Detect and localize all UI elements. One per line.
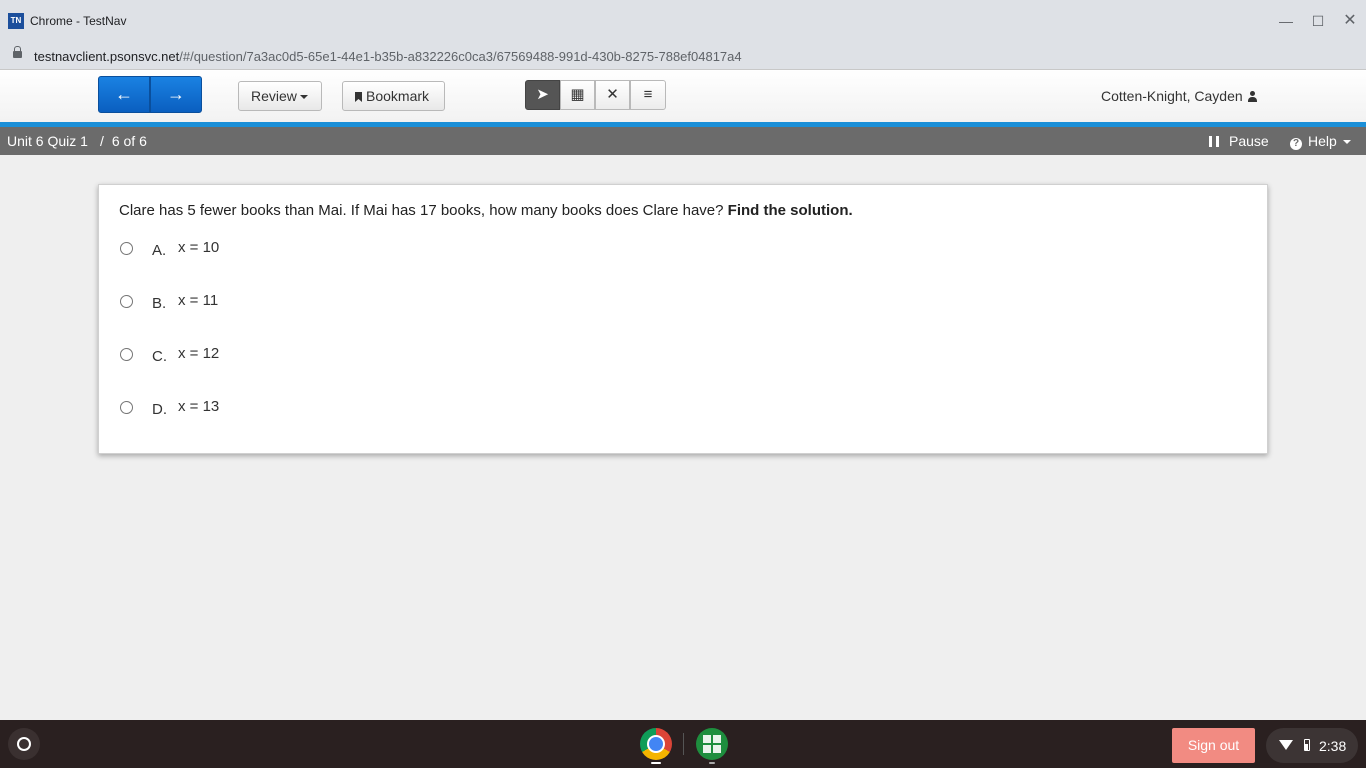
window-titlebar: TN Chrome - TestNav — ☐ ✕	[0, 0, 1366, 42]
choice-letter: A.	[152, 242, 167, 259]
radio-button[interactable]	[120, 348, 133, 361]
battery-icon	[1304, 739, 1310, 751]
test-status-bar: Unit 6 Quiz 1 / 6 of 6 Pause ? Help	[0, 127, 1366, 155]
choice-text: x = 12	[178, 345, 220, 362]
pointer-icon: ➤	[536, 86, 549, 103]
question-text: Clare has 5 fewer books than Mai. If Mai…	[119, 202, 728, 219]
answer-choice-d[interactable]: D. x = 13	[119, 395, 419, 419]
arrow-right-icon: →	[167, 84, 185, 104]
user-icon	[1247, 91, 1257, 102]
tool-group: ➤ ▦ ✕ ≡	[525, 80, 666, 110]
choice-text: x = 11	[178, 292, 219, 309]
question-prompt: Clare has 5 fewer books than Mai. If Mai…	[119, 202, 853, 219]
review-button[interactable]: Review	[238, 81, 322, 111]
pause-icon	[1209, 136, 1219, 147]
pause-button[interactable]: Pause	[1209, 133, 1269, 149]
question-card: Clare has 5 fewer books than Mai. If Mai…	[98, 184, 1268, 454]
help-button[interactable]: ? Help	[1290, 133, 1351, 150]
caret-down-icon	[1342, 140, 1351, 145]
caret-down-icon	[299, 95, 308, 100]
running-indicator	[709, 762, 715, 764]
testnav-app-icon: TN	[8, 13, 24, 29]
user-name: Cotten-Knight, Cayden	[1101, 88, 1243, 104]
next-question-button[interactable]: →	[150, 76, 202, 113]
question-instruction: Find the solution.	[727, 202, 853, 219]
chrome-app-icon[interactable]	[640, 728, 672, 760]
minimize-icon[interactable]: —	[1275, 10, 1297, 32]
radio-button[interactable]	[120, 295, 133, 308]
running-indicator	[651, 762, 661, 764]
choice-letter: D.	[152, 401, 167, 418]
radio-button[interactable]	[120, 401, 133, 414]
answer-eliminator-tool-button[interactable]: ✕	[595, 80, 630, 110]
shelf-divider	[683, 733, 684, 755]
window-title: Chrome - TestNav	[30, 14, 127, 28]
answer-choice-a[interactable]: A. x = 10	[119, 236, 419, 260]
url-text[interactable]: testnavclient.psonsvc.net/#/question/7a3…	[34, 49, 742, 64]
close-icon[interactable]: ✕	[1339, 10, 1361, 32]
lock-icon	[13, 46, 22, 58]
url-domain: testnavclient.psonsvc.net	[34, 49, 180, 64]
breadcrumb-separator: /	[99, 133, 104, 149]
wifi-icon	[1279, 740, 1293, 750]
choice-text: x = 13	[178, 398, 220, 415]
system-tray[interactable]: 2:38	[1266, 728, 1358, 763]
launcher-icon[interactable]	[8, 728, 40, 760]
radio-button[interactable]	[120, 242, 133, 255]
url-path: /#/question/7a3ac0d5-65e1-44e1-b35b-a832…	[179, 49, 742, 64]
scissors-icon: ✕	[606, 86, 619, 103]
clock: 2:38	[1319, 738, 1347, 754]
notepad-icon: ≡	[643, 86, 653, 103]
calculator-icon: ▦	[570, 86, 585, 103]
calculator-tool-button[interactable]: ▦	[560, 80, 595, 110]
answer-choice-b[interactable]: B. x = 11	[119, 289, 419, 313]
quiz-name: Unit 6 Quiz 1	[7, 133, 88, 149]
choice-text: x = 10	[178, 239, 220, 256]
bookmark-label: Bookmark	[366, 88, 430, 104]
testnav-toolbar: ← → Review Bookmark ➤ ▦ ✕ ≡ Cotten-Knigh…	[0, 70, 1366, 122]
review-label: Review	[251, 88, 297, 104]
answer-choice-c[interactable]: C. x = 12	[119, 342, 419, 366]
pause-label: Pause	[1229, 133, 1269, 149]
notepad-tool-button[interactable]: ≡	[630, 80, 666, 110]
sign-out-button[interactable]: Sign out	[1172, 728, 1255, 763]
help-icon: ?	[1290, 138, 1302, 150]
maximize-icon[interactable]: ☐	[1307, 10, 1329, 32]
user-menu[interactable]: Cotten-Knight, Cayden	[1101, 88, 1257, 104]
calculator-app-icon[interactable]	[696, 728, 728, 760]
arrow-left-icon: ←	[115, 84, 133, 104]
question-progress: 6 of 6	[111, 133, 147, 149]
bookmark-button[interactable]: Bookmark	[342, 81, 445, 111]
test-breadcrumb: Unit 6 Quiz 1 / 6 of 6	[7, 133, 147, 149]
choice-letter: B.	[152, 295, 167, 312]
help-label: Help	[1308, 133, 1337, 149]
address-bar[interactable]: testnavclient.psonsvc.net/#/question/7a3…	[0, 42, 1366, 70]
previous-question-button[interactable]: ←	[98, 76, 150, 113]
bookmark-icon	[355, 92, 362, 102]
choice-letter: C.	[152, 348, 167, 365]
pointer-tool-button[interactable]: ➤	[525, 80, 560, 110]
